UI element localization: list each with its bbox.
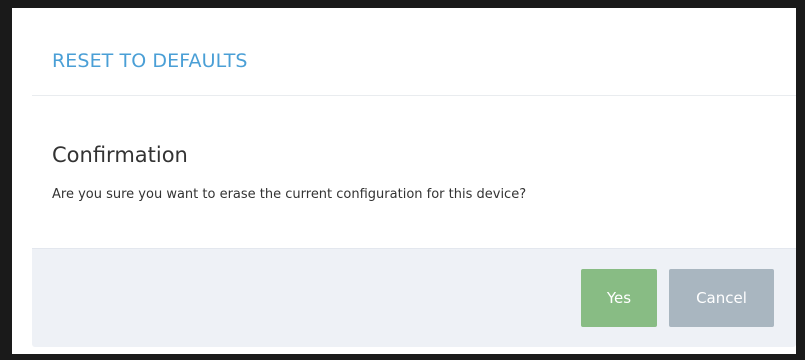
reset-dialog: RESET TO DEFAULTS Confirmation Are you s…	[12, 8, 796, 354]
dialog-body: Confirmation Are you sure you want to er…	[32, 96, 796, 247]
confirmation-heading: Confirmation	[52, 143, 188, 167]
dialog-header: RESET TO DEFAULTS	[32, 8, 796, 96]
dialog-title: RESET TO DEFAULTS	[52, 50, 248, 72]
dialog-footer: Yes Cancel	[32, 248, 796, 347]
confirmation-message: Are you sure you want to erase the curre…	[52, 187, 527, 202]
cancel-button[interactable]: Cancel	[669, 269, 774, 327]
yes-button[interactable]: Yes	[581, 269, 657, 327]
